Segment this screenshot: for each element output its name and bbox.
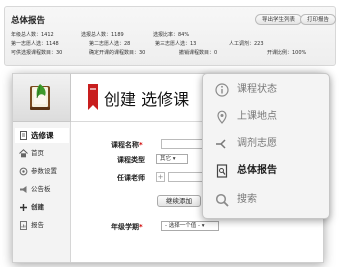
plus-icon bbox=[20, 204, 27, 211]
stat-open-ratio: 开课比例：100% bbox=[267, 50, 307, 56]
menu-item-label: 调剂志愿 bbox=[237, 138, 277, 149]
home-icon bbox=[19, 149, 28, 158]
sidebar-item-label: 首页 bbox=[31, 149, 44, 157]
report-icon bbox=[20, 221, 27, 230]
teacher-label: 任课老师 bbox=[117, 174, 145, 182]
menu-item-course-status[interactable]: 课程状态 bbox=[203, 77, 329, 103]
add-more-teacher-button[interactable]: 继续添加 bbox=[157, 195, 201, 207]
menu-item-search[interactable]: 搜索 bbox=[203, 187, 329, 213]
search-icon bbox=[215, 193, 229, 207]
app-logo-area bbox=[13, 74, 71, 122]
stat-first-choice: 第一志愿人选：1148 bbox=[11, 41, 59, 47]
stat-available-courses: 可供选报课程数目：30 bbox=[11, 50, 63, 56]
report-title: 总体报告 bbox=[11, 16, 46, 26]
report-icon bbox=[216, 164, 228, 178]
adjust-icon bbox=[216, 139, 226, 149]
stat-manual-adjust: 人工调剂：223 bbox=[229, 41, 264, 47]
stat-confirmed-courses: 确定开课的课程数目：30 bbox=[89, 50, 146, 56]
sidebar-item-create[interactable]: 创建 bbox=[15, 200, 69, 215]
stat-grade-total: 年级总人数：1412 bbox=[11, 32, 54, 38]
grade-term-select[interactable]: - 选择一个值 - ▾ bbox=[161, 221, 219, 231]
location-pin-icon bbox=[217, 110, 227, 124]
menu-item-label: 总体报告 bbox=[237, 165, 277, 176]
menu-item-location[interactable]: 上课地点 bbox=[203, 104, 329, 130]
sidebar-item-label: 公告板 bbox=[31, 185, 51, 193]
menu-item-label: 上课地点 bbox=[237, 111, 277, 122]
menu-item-label: 搜索 bbox=[237, 194, 257, 205]
stat-cancelled-courses: 撤销课程数目：0 bbox=[179, 50, 218, 56]
menu-item-label: 课程状态 bbox=[237, 84, 277, 95]
print-report-button[interactable]: 打印报告 bbox=[300, 14, 337, 25]
report-menu-popover: 课程状态 上课地点 调剂志愿 总体报告 搜索 bbox=[202, 73, 330, 219]
sidebar-item-bulletin[interactable]: 公告板 bbox=[15, 182, 69, 197]
course-type-select[interactable]: 其它 ▾ bbox=[156, 154, 188, 164]
add-teacher-plus[interactable]: + bbox=[156, 172, 165, 182]
sidebar-item-settings[interactable]: 参数设置 bbox=[15, 164, 69, 179]
course-type-label: 课程类型 bbox=[117, 156, 145, 164]
menu-item-adjust-choice[interactable]: 调剂志愿 bbox=[203, 131, 329, 157]
info-icon bbox=[215, 83, 229, 97]
stat-third-choice: 第三志愿人选：13 bbox=[155, 41, 197, 47]
page-title: 创建 选修课 bbox=[104, 90, 190, 109]
sidebar-item-label: 报告 bbox=[31, 221, 44, 229]
sidebar-item-label: 创建 bbox=[31, 203, 44, 211]
settings-icon bbox=[19, 167, 28, 176]
stat-selected-ratio: 选报比率：84% bbox=[153, 32, 190, 38]
document-icon bbox=[20, 131, 27, 140]
stat-second-choice: 第二志愿人选：28 bbox=[89, 41, 131, 47]
grade-term-label: 年级学期* bbox=[111, 223, 143, 231]
menu-item-overall-report[interactable]: 总体报告 bbox=[203, 158, 329, 184]
sidebar-item-elective[interactable]: 选修课 bbox=[15, 128, 69, 143]
sidebar-item-label: 参数设置 bbox=[31, 167, 57, 175]
book-logo-icon bbox=[30, 84, 50, 110]
overall-report-panel: 总体报告 导出学生列表 打印报告 年级总人数：1412 选报总人数：1189 选… bbox=[4, 6, 337, 66]
red-ribbon-icon bbox=[88, 84, 98, 110]
sidebar-item-home[interactable]: 首页 bbox=[15, 146, 69, 161]
sidebar-item-label: 选修课 bbox=[31, 131, 54, 140]
megaphone-icon bbox=[20, 186, 27, 193]
export-student-list-button[interactable]: 导出学生列表 bbox=[255, 14, 303, 25]
sidebar: 选修课 首页 参数设置 公告板 创建 报告 bbox=[13, 122, 71, 262]
stat-selected-total: 选报总人数：1189 bbox=[81, 32, 124, 38]
sidebar-item-report[interactable]: 报告 bbox=[15, 218, 69, 233]
course-name-label: 课程名称* bbox=[111, 141, 143, 149]
